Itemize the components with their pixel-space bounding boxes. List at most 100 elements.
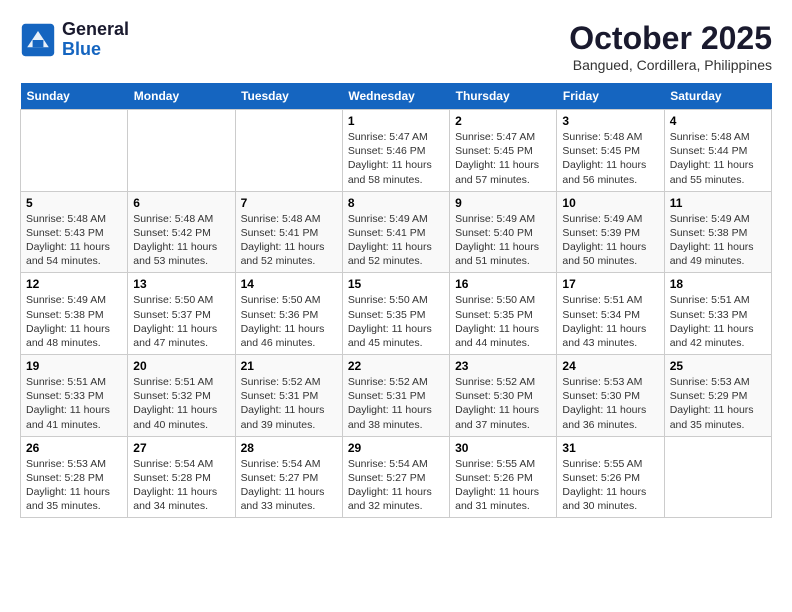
calendar-cell: 26 Sunrise: 5:53 AMSunset: 5:28 PMDayligh… [21,436,128,518]
weekday-header: Monday [128,83,235,110]
logo-line1: General [62,19,129,39]
day-info: Sunrise: 5:51 AMSunset: 5:33 PMDaylight:… [670,293,766,350]
day-info: Sunrise: 5:48 AMSunset: 5:43 PMDaylight:… [26,212,122,269]
weekday-header: Thursday [450,83,557,110]
calendar-cell: 30 Sunrise: 5:55 AMSunset: 5:26 PMDayligh… [450,436,557,518]
calendar-cell: 27Sunrise: 5:54 AMSunset: 5:28 PMDayligh… [128,436,235,518]
day-number: 27 [133,441,229,455]
day-number: 2 [455,114,551,128]
weekday-header: Friday [557,83,664,110]
day-info: Sunrise: 5:47 AMSunset: 5:45 PMDaylight:… [455,130,551,187]
weekday-header: Saturday [664,83,771,110]
calendar-cell [128,110,235,192]
day-number: 13 [133,277,229,291]
day-number: 17 [562,277,658,291]
day-number: 8 [348,196,444,210]
calendar-cell: 3 Sunrise: 5:48 AMSunset: 5:45 PMDaylight… [557,110,664,192]
day-info: Sunrise: 5:50 AMSunset: 5:35 PMDaylight:… [348,293,444,350]
calendar-cell: 13 Sunrise: 5:50 AMSunset: 5:37 PMDayligh… [128,273,235,355]
day-info: Sunrise: 5:53 AMSunset: 5:28 PMDaylight:… [26,457,122,514]
day-info: Sunrise: 5:52 AMSunset: 5:30 PMDaylight:… [455,375,551,432]
calendar-cell: 4 Sunrise: 5:48 AMSunset: 5:44 PMDaylight… [664,110,771,192]
weekday-header: Tuesday [235,83,342,110]
calendar-cell: 15 Sunrise: 5:50 AMSunset: 5:35 PMDayligh… [342,273,449,355]
logo-icon [20,22,56,58]
calendar-week-row: 26 Sunrise: 5:53 AMSunset: 5:28 PMDayligh… [21,436,772,518]
calendar-cell: 2 Sunrise: 5:47 AMSunset: 5:45 PMDaylight… [450,110,557,192]
calendar-cell: 1Sunrise: 5:47 AMSunset: 5:46 PMDaylight… [342,110,449,192]
calendar-cell: 18 Sunrise: 5:51 AMSunset: 5:33 PMDayligh… [664,273,771,355]
day-info: Sunrise: 5:54 AMSunset: 5:27 PMDaylight:… [241,457,337,514]
calendar-week-row: 19Sunrise: 5:51 AMSunset: 5:33 PMDayligh… [21,355,772,437]
day-number: 20 [133,359,229,373]
day-info: Sunrise: 5:47 AMSunset: 5:46 PMDaylight:… [348,130,444,187]
calendar-cell: 16 Sunrise: 5:50 AMSunset: 5:35 PMDayligh… [450,273,557,355]
calendar-cell: 5 Sunrise: 5:48 AMSunset: 5:43 PMDaylight… [21,191,128,273]
day-info: Sunrise: 5:49 AMSunset: 5:40 PMDaylight:… [455,212,551,269]
calendar-cell: 23 Sunrise: 5:52 AMSunset: 5:30 PMDayligh… [450,355,557,437]
day-info: Sunrise: 5:53 AMSunset: 5:29 PMDaylight:… [670,375,766,432]
day-info: Sunrise: 5:48 AMSunset: 5:44 PMDaylight:… [670,130,766,187]
title-block: October 2025 Bangued, Cordillera, Philip… [569,20,772,73]
day-number: 16 [455,277,551,291]
day-number: 28 [241,441,337,455]
calendar-cell: 7 Sunrise: 5:48 AMSunset: 5:41 PMDaylight… [235,191,342,273]
day-info: Sunrise: 5:50 AMSunset: 5:35 PMDaylight:… [455,293,551,350]
calendar-cell: 9 Sunrise: 5:49 AMSunset: 5:40 PMDaylight… [450,191,557,273]
day-info: Sunrise: 5:48 AMSunset: 5:45 PMDaylight:… [562,130,658,187]
calendar-cell: 10Sunrise: 5:49 AMSunset: 5:39 PMDayligh… [557,191,664,273]
day-info: Sunrise: 5:51 AMSunset: 5:34 PMDaylight:… [562,293,658,350]
day-number: 14 [241,277,337,291]
day-number: 30 [455,441,551,455]
day-number: 5 [26,196,122,210]
calendar-cell: 24Sunrise: 5:53 AMSunset: 5:30 PMDayligh… [557,355,664,437]
day-number: 11 [670,196,766,210]
day-number: 15 [348,277,444,291]
day-info: Sunrise: 5:48 AMSunset: 5:41 PMDaylight:… [241,212,337,269]
calendar-cell: 17 Sunrise: 5:51 AMSunset: 5:34 PMDayligh… [557,273,664,355]
calendar-cell: 19Sunrise: 5:51 AMSunset: 5:33 PMDayligh… [21,355,128,437]
weekday-header: Sunday [21,83,128,110]
location-subtitle: Bangued, Cordillera, Philippines [569,57,772,73]
calendar-cell [235,110,342,192]
calendar-cell: 25Sunrise: 5:53 AMSunset: 5:29 PMDayligh… [664,355,771,437]
day-info: Sunrise: 5:49 AMSunset: 5:38 PMDaylight:… [26,293,122,350]
calendar-cell: 29 Sunrise: 5:54 AMSunset: 5:27 PMDayligh… [342,436,449,518]
calendar-cell [664,436,771,518]
calendar-cell: 6 Sunrise: 5:48 AMSunset: 5:42 PMDaylight… [128,191,235,273]
logo: General Blue [20,20,129,60]
day-number: 23 [455,359,551,373]
calendar-cell: 20 Sunrise: 5:51 AMSunset: 5:32 PMDayligh… [128,355,235,437]
weekday-header: Wednesday [342,83,449,110]
calendar-cell: 11Sunrise: 5:49 AMSunset: 5:38 PMDayligh… [664,191,771,273]
day-info: Sunrise: 5:55 AMSunset: 5:26 PMDaylight:… [455,457,551,514]
day-info: Sunrise: 5:53 AMSunset: 5:30 PMDaylight:… [562,375,658,432]
calendar-cell: 14 Sunrise: 5:50 AMSunset: 5:36 PMDayligh… [235,273,342,355]
day-info: Sunrise: 5:48 AMSunset: 5:42 PMDaylight:… [133,212,229,269]
day-info: Sunrise: 5:50 AMSunset: 5:36 PMDaylight:… [241,293,337,350]
day-info: Sunrise: 5:52 AMSunset: 5:31 PMDaylight:… [348,375,444,432]
day-number: 4 [670,114,766,128]
day-info: Sunrise: 5:54 AMSunset: 5:27 PMDaylight:… [348,457,444,514]
calendar-cell: 8Sunrise: 5:49 AMSunset: 5:41 PMDaylight… [342,191,449,273]
logo-line2: Blue [62,39,101,59]
day-number: 18 [670,277,766,291]
day-number: 9 [455,196,551,210]
day-number: 3 [562,114,658,128]
day-info: Sunrise: 5:49 AMSunset: 5:39 PMDaylight:… [562,212,658,269]
day-number: 21 [241,359,337,373]
day-number: 19 [26,359,122,373]
day-number: 22 [348,359,444,373]
day-info: Sunrise: 5:50 AMSunset: 5:37 PMDaylight:… [133,293,229,350]
day-number: 26 [26,441,122,455]
calendar-table: SundayMondayTuesdayWednesdayThursdayFrid… [20,83,772,518]
calendar-week-row: 1Sunrise: 5:47 AMSunset: 5:46 PMDaylight… [21,110,772,192]
page-header: General Blue October 2025 Bangued, Cordi… [20,20,772,73]
day-info: Sunrise: 5:51 AMSunset: 5:32 PMDaylight:… [133,375,229,432]
month-title: October 2025 [569,20,772,57]
calendar-cell: 12Sunrise: 5:49 AMSunset: 5:38 PMDayligh… [21,273,128,355]
day-number: 29 [348,441,444,455]
day-number: 7 [241,196,337,210]
day-number: 6 [133,196,229,210]
calendar-cell: 22 Sunrise: 5:52 AMSunset: 5:31 PMDayligh… [342,355,449,437]
